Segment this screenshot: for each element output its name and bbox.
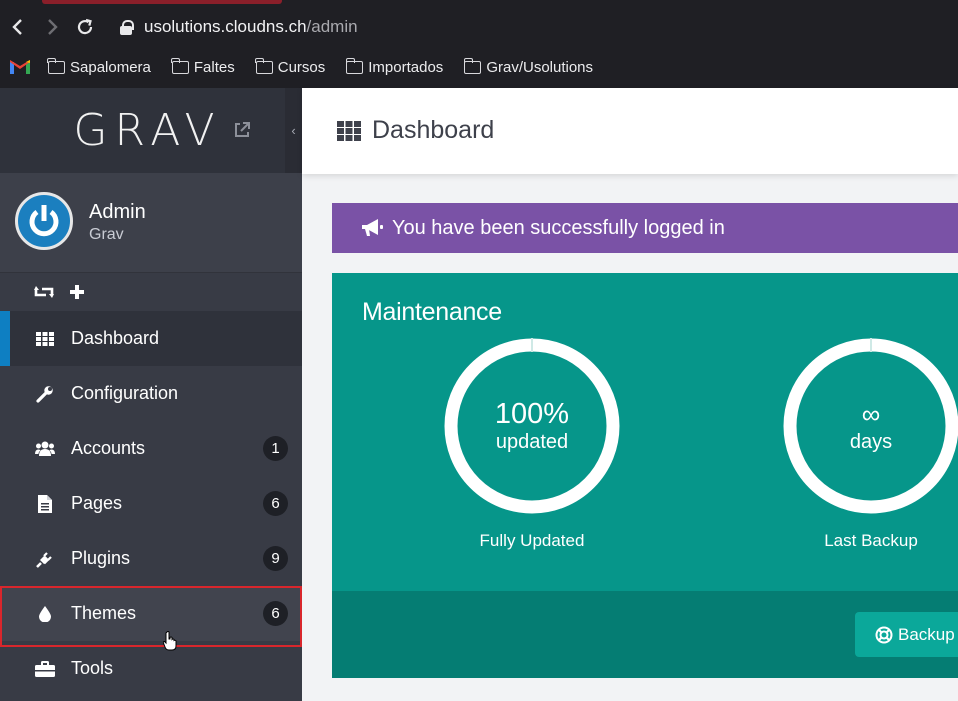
browser-chrome: usolutions.cloudns.ch/admin Sapalomera F… (0, 0, 958, 88)
grid-icon (35, 329, 55, 349)
backup-value: ∞ (861, 399, 881, 429)
folder-icon (171, 57, 189, 74)
sidebar: GRAV ‹ Admin Grav Dashboard Configuratio… (0, 88, 302, 701)
sidebar-item-tools[interactable]: Tools (0, 641, 302, 696)
bookmark-label: Importados (368, 58, 444, 76)
back-button[interactable] (7, 14, 29, 40)
life-ring-icon (875, 626, 893, 643)
backup-label: Last Backup (824, 531, 918, 550)
bookmark-faltes[interactable]: Faltes (171, 57, 235, 76)
bookmark-grav-usolutions[interactable]: Grav/Usolutions (463, 57, 594, 76)
user-panel[interactable]: Admin Grav (0, 173, 302, 273)
sidebar-item-plugins[interactable]: Plugins 9 (0, 531, 302, 586)
back-arrow-icon (12, 19, 22, 35)
count-badge: 6 (263, 601, 288, 626)
sidebar-item-label: Configuration (71, 383, 179, 403)
backup-button[interactable]: Backup (855, 612, 958, 657)
page-title: Dashboard (372, 116, 495, 144)
notice-text: You have been successfully logged in (392, 216, 725, 239)
address-bar[interactable]: usolutions.cloudns.ch/admin (120, 14, 358, 40)
page-header: Dashboard (302, 88, 958, 174)
sidebar-item-label: Tools (71, 658, 114, 678)
chevron-left-icon: ‹ (291, 123, 296, 138)
reload-icon (77, 18, 93, 35)
reload-button[interactable] (74, 14, 96, 40)
brand-area: GRAV (0, 88, 285, 173)
folder-icon (255, 57, 273, 74)
file-icon (35, 494, 55, 514)
bookmark-importados[interactable]: Importados (345, 57, 444, 76)
count-badge: 1 (263, 436, 288, 461)
lock-icon (120, 20, 134, 35)
sidebar-item-label: Plugins (71, 548, 131, 568)
bookmark-cursos[interactable]: Cursos (255, 57, 326, 76)
briefcase-icon (35, 659, 55, 679)
sidebar-item-themes[interactable]: Themes 6 (0, 586, 302, 641)
sidebar-item-label: Dashboard (71, 328, 160, 348)
url-host: usolutions.cloudns.ch (144, 17, 307, 36)
maintenance-title: Maintenance (362, 298, 502, 326)
backup-button-label: Backup (898, 624, 955, 644)
retweet-icon[interactable] (34, 284, 54, 300)
wrench-icon (35, 384, 55, 404)
sidebar-item-dashboard[interactable]: Dashboard (0, 311, 302, 366)
user-role: Grav (89, 226, 124, 243)
avatar (15, 192, 73, 250)
folder-icon (47, 57, 65, 74)
count-badge: 6 (263, 491, 288, 516)
count-badge: 9 (263, 546, 288, 571)
forward-button[interactable] (41, 14, 63, 40)
sidebar-item-label: Accounts (71, 438, 146, 458)
tint-icon (35, 604, 55, 624)
sidebar-menu: Dashboard Configuration Accounts 1 Pages… (0, 311, 302, 696)
sidebar-item-label: Themes (71, 603, 137, 623)
maintenance-footer: Backup (332, 591, 958, 678)
url-path: /admin (306, 17, 358, 36)
sidebar-collapse-button[interactable]: ‹ (285, 88, 302, 173)
bookmarks-bar: Sapalomera Faltes Cursos Importados Grav… (10, 55, 614, 79)
grid-icon (337, 121, 361, 141)
gmail-icon[interactable] (10, 60, 30, 74)
folder-icon (345, 57, 364, 74)
maintenance-panel: Maintenance 100% updated Fully Updated ∞… (332, 273, 958, 591)
user-name: Admin (89, 201, 146, 223)
plug-icon (35, 549, 55, 569)
updates-gauge: 100% updated (444, 338, 620, 514)
backup-unit: days (849, 431, 893, 453)
folder-icon (463, 57, 482, 74)
sidebar-item-accounts[interactable]: Accounts 1 (0, 421, 302, 476)
updates-unit: updated (495, 431, 569, 453)
external-link-icon[interactable] (233, 121, 251, 139)
bullhorn-icon (362, 219, 383, 236)
forward-arrow-icon (48, 19, 58, 35)
hand-cursor-icon (163, 631, 177, 651)
bookmark-label: Faltes (193, 58, 235, 76)
active-tab-indicator (42, 0, 282, 4)
bookmark-label: Cursos (277, 58, 326, 76)
login-notice: You have been successfully logged in (332, 203, 958, 253)
sidebar-item-pages[interactable]: Pages 6 (0, 476, 302, 531)
updates-value: 100% (494, 398, 570, 430)
sidebar-item-label: Pages (71, 493, 123, 513)
bookmark-label: Grav/Usolutions (486, 58, 594, 76)
sidebar-item-configuration[interactable]: Configuration (0, 366, 302, 421)
plus-icon[interactable] (70, 285, 84, 299)
quick-actions (0, 273, 302, 311)
bookmark-sapalomera[interactable]: Sapalomera (47, 57, 151, 76)
backup-gauge: ∞ days (783, 338, 958, 514)
grav-logo[interactable]: GRAV (73, 105, 221, 156)
updates-label: Fully Updated (479, 531, 585, 550)
users-icon (35, 439, 55, 459)
power-icon (29, 205, 59, 237)
bookmark-label: Sapalomera (70, 58, 151, 76)
